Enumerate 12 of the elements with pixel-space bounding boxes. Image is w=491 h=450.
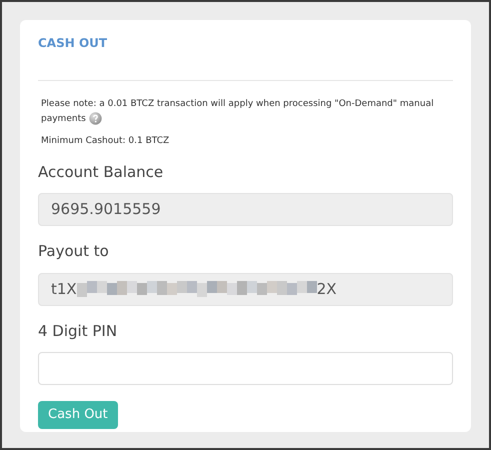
balance-field[interactable]: 9695.9015559 (38, 193, 453, 226)
payout-address-field[interactable]: t1X 2X (38, 272, 453, 306)
fee-note: Please note: a 0.01 BTCZ transaction will apply when processing "On-Demand" manual payments (40, 98, 435, 127)
address-start: t1X (51, 278, 77, 300)
address-end: 2X (316, 278, 337, 300)
field-label: Account Balance (38, 162, 164, 182)
field-label: Payout to (38, 241, 110, 262)
help-icon[interactable] (88, 112, 102, 126)
minimum-cashout: Minimum Cashout: 0.1 BTCZ (40, 135, 170, 148)
field-label: 4 Digit PIN (38, 320, 118, 342)
pin-input-field[interactable] (38, 352, 453, 385)
panel-title: CASH OUT (38, 35, 108, 52)
